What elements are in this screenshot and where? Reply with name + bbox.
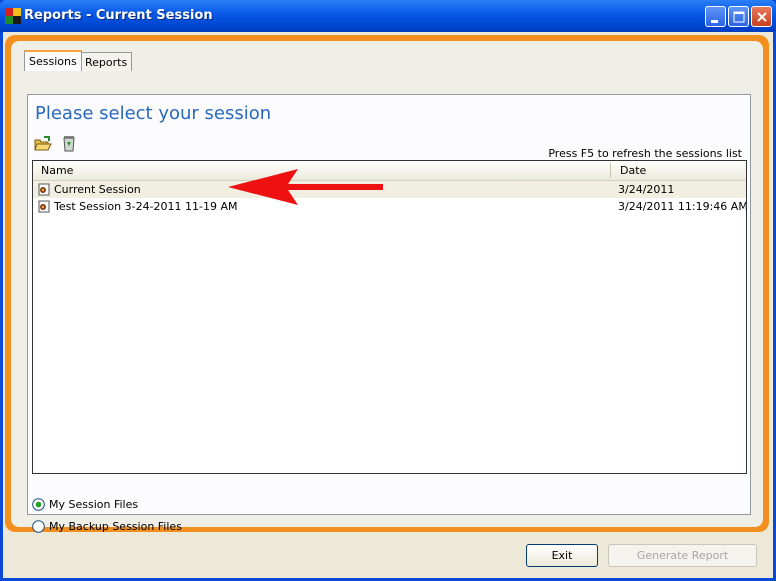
window-title: Reports - Current Session [24,8,213,23]
session-icon [38,200,50,213]
radio-label: My Backup Session Files [49,520,182,533]
recycle-bin-icon[interactable] [59,133,79,153]
page-title: Please select your session [35,103,272,124]
maximize-icon [733,11,745,23]
sessions-list[interactable]: Name Date Current Session 3/24/2011 Test… [32,160,747,474]
column-header-name[interactable]: Name [41,164,73,177]
list-header: Name Date [33,161,746,181]
exit-button[interactable]: Exit [526,544,598,567]
minimize-icon [711,20,718,23]
refresh-hint: Press F5 to refresh the sessions list [548,147,742,160]
list-row-test-session[interactable]: Test Session 3-24-2011 11-19 AM 3/24/201… [33,198,746,215]
row-date: 3/24/2011 11:19:46 AM [618,200,747,213]
open-folder-icon[interactable] [33,134,53,154]
radio-my-session-files[interactable]: My Session Files [32,497,272,513]
row-name: Current Session [54,183,141,196]
window-body: Sessions Reports Please select your sess… [3,32,773,578]
close-icon [757,12,767,22]
tab-sessions[interactable]: Sessions [24,50,82,71]
session-icon [38,183,50,196]
radio-checked-icon [32,498,45,511]
row-name: Test Session 3-24-2011 11-19 AM [54,200,238,213]
app-logo-icon [5,8,21,24]
reports-window: Reports - Current Session Sessions Repor… [0,0,776,581]
row-date: 3/24/2011 [618,183,675,196]
sessions-page: Please select your session Press F5 to r… [27,94,751,533]
maximize-button[interactable] [728,6,749,27]
tab-reports[interactable]: Reports [80,52,133,71]
radio-unchecked-icon [32,520,45,533]
column-header-date[interactable]: Date [620,164,646,177]
radio-label: My Session Files [49,498,139,511]
generate-report-button[interactable]: Generate Report [608,544,757,567]
radio-my-backup-session-files[interactable]: My Backup Session Files [32,519,272,535]
minimize-button[interactable] [705,6,726,27]
close-button[interactable] [751,6,772,27]
column-divider[interactable] [610,163,611,178]
list-row-current-session[interactable]: Current Session 3/24/2011 [33,181,746,198]
title-bar[interactable]: Reports - Current Session [0,0,776,32]
